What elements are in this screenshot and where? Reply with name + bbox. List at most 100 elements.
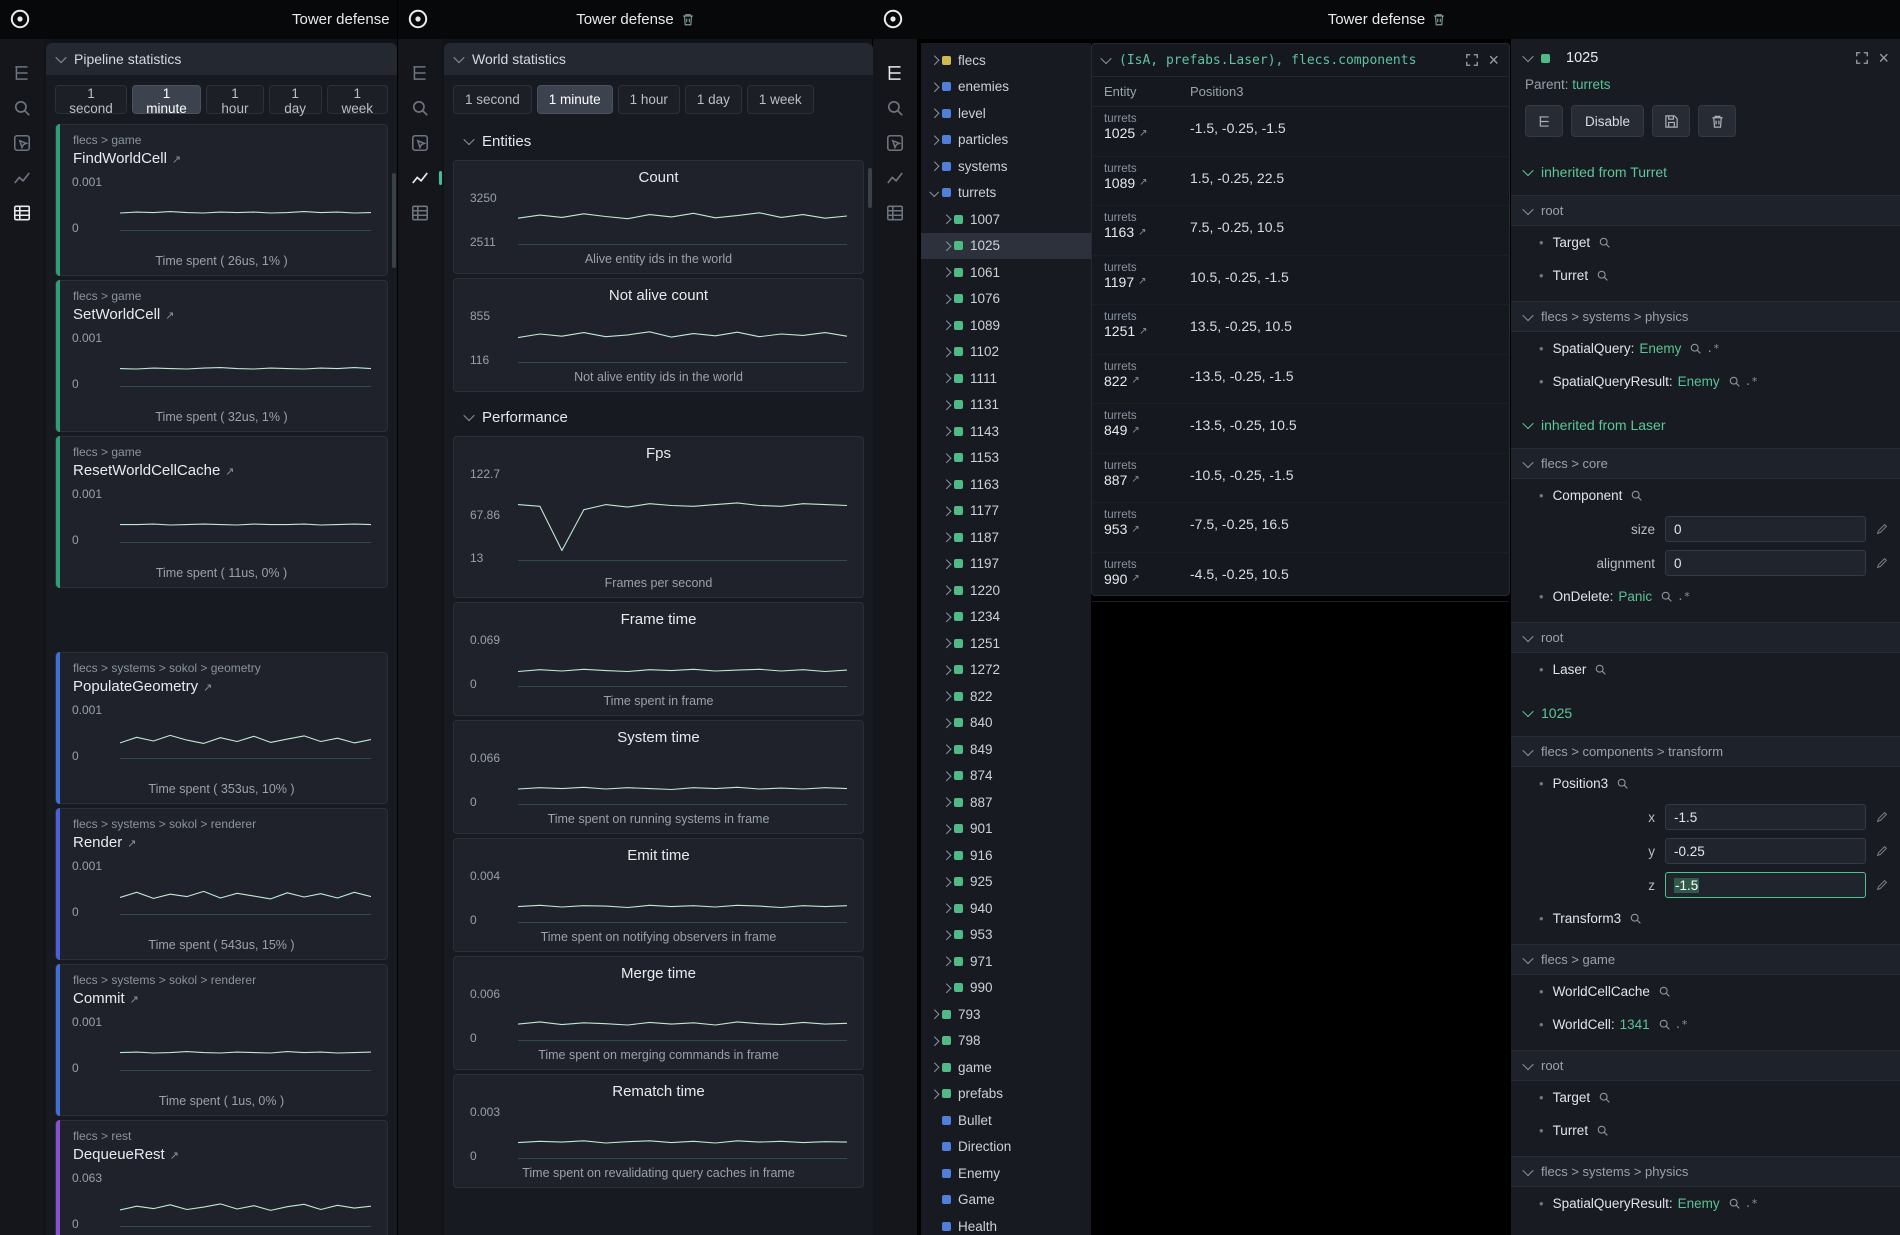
chart-view-icon[interactable] xyxy=(410,168,430,188)
stat-card-frame-time[interactable]: Frame time0.0690Time spent in frame xyxy=(453,602,864,716)
query-row-822[interactable]: turrets822↗-13.5, -0.25, -1.5 xyxy=(1092,355,1509,405)
search-icon[interactable] xyxy=(1728,375,1741,388)
search-icon[interactable] xyxy=(1728,1197,1741,1210)
query-expression[interactable]: (IsA, prefabs.Laser), flecs.components xyxy=(1119,53,1456,68)
open-link-icon[interactable]: ↗ xyxy=(127,838,136,850)
chevron-right-icon[interactable] xyxy=(942,480,951,489)
chevron-right-icon[interactable] xyxy=(942,586,951,595)
search-icon[interactable] xyxy=(1598,236,1611,249)
entity-id[interactable]: 887↗ xyxy=(1104,472,1190,488)
chevron-down-icon[interactable] xyxy=(1522,51,1533,62)
chevron-right-icon[interactable] xyxy=(942,506,951,515)
edit-pencil-icon[interactable] xyxy=(1875,556,1889,570)
chevron-right-icon[interactable] xyxy=(939,773,954,780)
tree-item-1089[interactable]: 1089 xyxy=(921,312,1091,339)
time-range-1-hour[interactable]: 1 hour xyxy=(206,85,263,114)
chevron-right-icon[interactable] xyxy=(939,826,954,833)
component-row-target[interactable]: •Target xyxy=(1511,1081,1900,1114)
search-icon[interactable] xyxy=(885,98,905,118)
tree-item-822[interactable]: 822 xyxy=(921,683,1091,710)
save-button[interactable] xyxy=(1652,105,1690,137)
section-header-performance[interactable]: Performance xyxy=(455,402,862,432)
chevron-right-icon[interactable] xyxy=(939,799,954,806)
chevron-down-icon[interactable] xyxy=(55,52,66,63)
time-range-1-hour[interactable]: 1 hour xyxy=(618,85,680,114)
chevron-down-icon[interactable] xyxy=(1522,952,1533,963)
chevron-right-icon[interactable] xyxy=(939,428,954,435)
chevron-right-icon[interactable] xyxy=(942,639,951,648)
chart-view-icon[interactable] xyxy=(12,168,32,188)
chevron-down-icon[interactable] xyxy=(1522,1058,1533,1069)
tree-item-game[interactable]: game xyxy=(921,1054,1091,1081)
tree-item-901[interactable]: 901 xyxy=(921,816,1091,843)
tree-view-icon[interactable] xyxy=(885,63,905,83)
component-row-laser[interactable]: •Laser xyxy=(1511,653,1900,686)
table-view-icon[interactable] xyxy=(12,203,32,223)
component-row-turret[interactable]: •Turret xyxy=(1511,1114,1900,1147)
panel-header[interactable]: World statistics xyxy=(444,43,873,75)
chevron-right-icon[interactable] xyxy=(939,693,954,700)
time-range-1-week[interactable]: 1 week xyxy=(747,85,814,114)
chevron-right-icon[interactable] xyxy=(939,243,954,250)
chevron-down-icon[interactable] xyxy=(1522,165,1533,176)
chevron-right-icon[interactable] xyxy=(939,216,954,223)
stat-card-setworldcell[interactable]: flecs > gameSetWorldCell↗0.0010Time spen… xyxy=(55,280,388,432)
inspector-section-1025[interactable]: 1025 xyxy=(1511,699,1900,727)
tree-item-1102[interactable]: 1102 xyxy=(921,339,1091,366)
chevron-down-icon[interactable] xyxy=(1522,630,1533,641)
entity-id[interactable]: 822↗ xyxy=(1104,373,1190,389)
inspector-path-root[interactable]: root xyxy=(1511,1050,1900,1081)
chevron-down-icon[interactable] xyxy=(1522,203,1533,214)
inspect-icon[interactable] xyxy=(885,133,905,153)
chevron-right-icon[interactable] xyxy=(942,957,951,966)
component-value[interactable]: Enemy xyxy=(1639,341,1681,356)
inspector-path-flecs-game[interactable]: flecs > game xyxy=(1511,944,1900,975)
search-icon[interactable] xyxy=(1616,777,1629,790)
open-link-icon[interactable]: ↗ xyxy=(1131,573,1139,584)
chevron-right-icon[interactable] xyxy=(942,400,951,409)
chevron-right-icon[interactable] xyxy=(927,1091,942,1098)
section-header-entities[interactable]: Entities xyxy=(455,126,862,156)
chevron-right-icon[interactable] xyxy=(942,718,951,727)
tree-item-game[interactable]: Game xyxy=(921,1187,1091,1214)
chevron-down-icon[interactable] xyxy=(1522,706,1533,717)
chevron-down-icon[interactable] xyxy=(463,134,474,145)
component-row-spatialquery[interactable]: •SpatialQuery:Enemy.* xyxy=(1511,332,1900,365)
open-link-icon[interactable]: ↗ xyxy=(1131,524,1139,535)
chevron-right-icon[interactable] xyxy=(942,453,951,462)
chevron-right-icon[interactable] xyxy=(942,824,951,833)
chevron-right-icon[interactable] xyxy=(942,268,951,277)
search-icon[interactable] xyxy=(1658,1018,1671,1031)
chevron-right-icon[interactable] xyxy=(939,402,954,409)
component-row-worldcell[interactable]: •WorldCell:1341.* xyxy=(1511,1008,1900,1041)
time-range-1-day[interactable]: 1 day xyxy=(269,85,322,114)
entity-id[interactable]: 990↗ xyxy=(1104,571,1190,587)
chevron-down-icon[interactable] xyxy=(1522,456,1533,467)
chevron-right-icon[interactable] xyxy=(939,905,954,912)
open-link-icon[interactable]: ↗ xyxy=(1138,276,1146,287)
search-icon[interactable] xyxy=(1658,985,1671,998)
tree-item-1007[interactable]: 1007 xyxy=(921,206,1091,233)
chevron-down-icon[interactable] xyxy=(463,410,474,421)
tree-item-1143[interactable]: 1143 xyxy=(921,418,1091,445)
open-link-icon[interactable]: ↗ xyxy=(172,154,181,166)
search-icon[interactable] xyxy=(1598,1091,1611,1104)
query-row-1197[interactable]: turrets1197↗10.5, -0.25, -1.5 xyxy=(1092,256,1509,306)
chevron-right-icon[interactable] xyxy=(939,720,954,727)
tree-item-1076[interactable]: 1076 xyxy=(921,286,1091,313)
chevron-down-icon[interactable] xyxy=(927,190,942,197)
component-row-component[interactable]: •Component xyxy=(1511,479,1900,512)
chevron-right-icon[interactable] xyxy=(939,985,954,992)
tree-item-1272[interactable]: 1272 xyxy=(921,657,1091,684)
open-link-icon[interactable]: ↗ xyxy=(1139,177,1147,188)
stat-card-populategeometry[interactable]: flecs > systems > sokol > geometryPopula… xyxy=(55,652,388,804)
tree-item-health[interactable]: Health xyxy=(921,1213,1091,1235)
chevron-right-icon[interactable] xyxy=(930,1010,939,1019)
tree-item-1131[interactable]: 1131 xyxy=(921,392,1091,419)
chevron-right-icon[interactable] xyxy=(930,1089,939,1098)
chevron-right-icon[interactable] xyxy=(942,294,951,303)
tree-item-793[interactable]: 793 xyxy=(921,1001,1091,1028)
tree-item-925[interactable]: 925 xyxy=(921,869,1091,896)
chevron-right-icon[interactable] xyxy=(930,82,939,91)
chevron-right-icon[interactable] xyxy=(942,321,951,330)
